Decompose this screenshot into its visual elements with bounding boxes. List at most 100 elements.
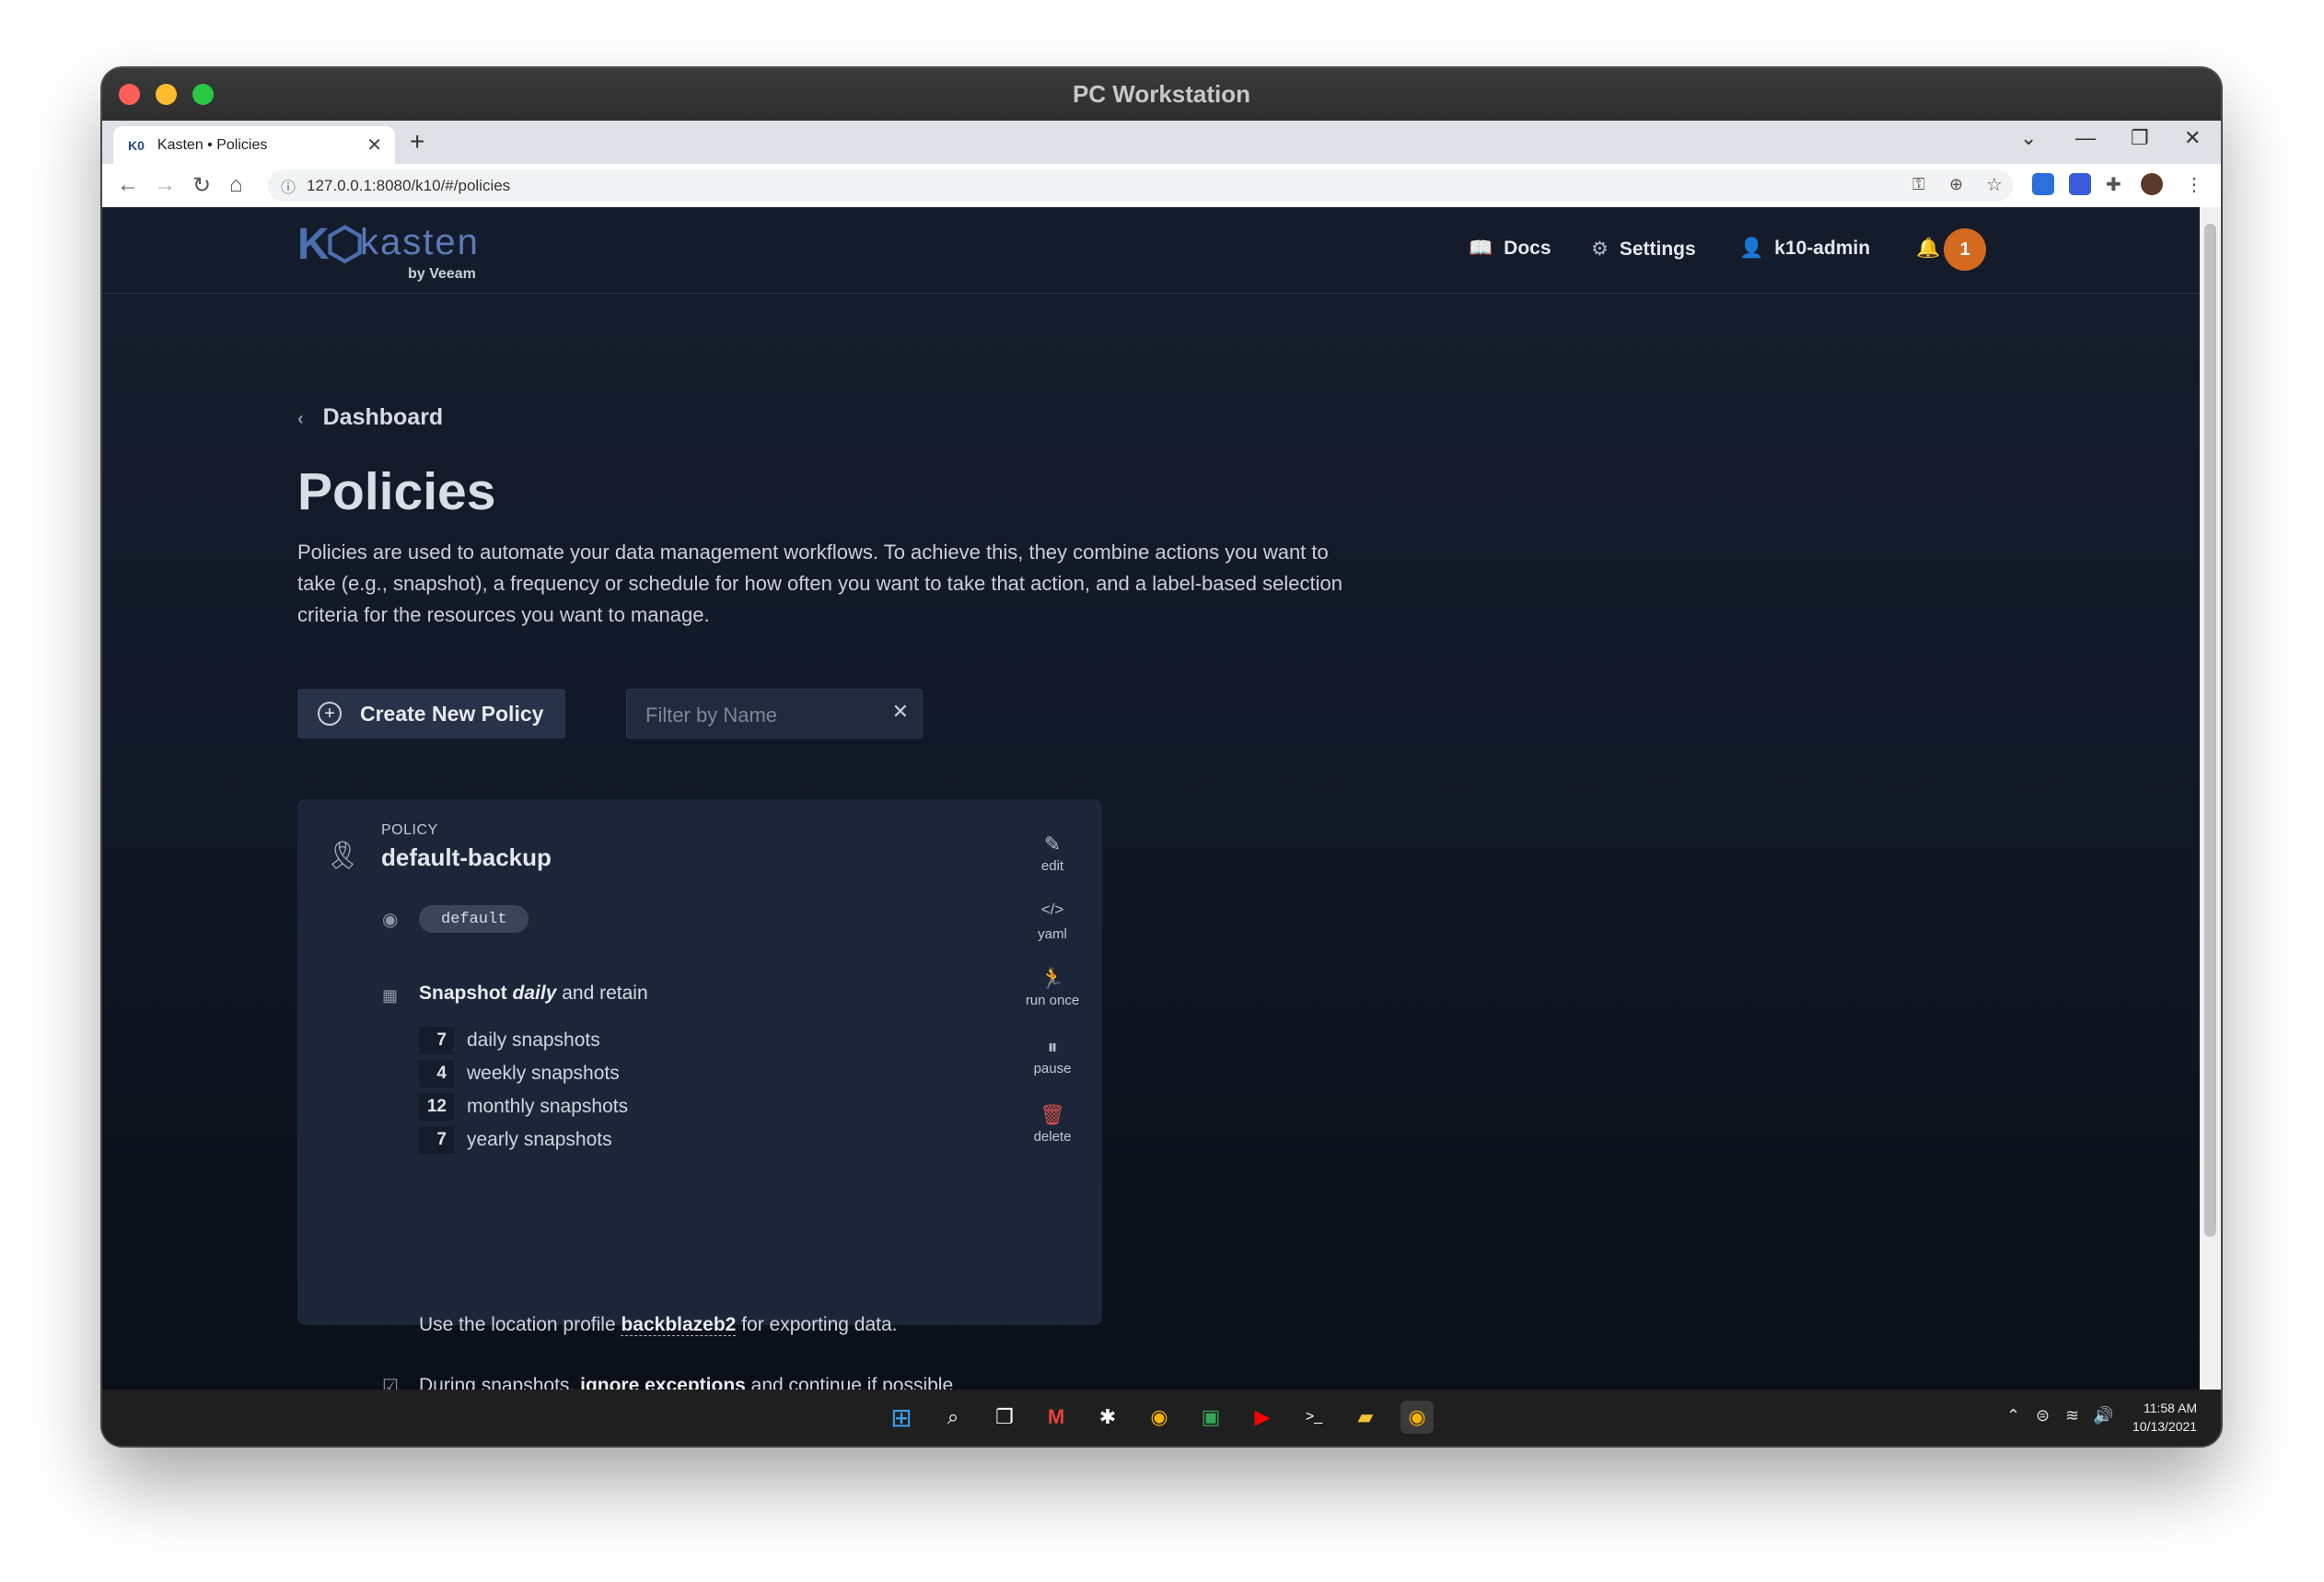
tab-search-icon[interactable]: ⌄: [2020, 126, 2037, 150]
close-tab-icon[interactable]: ✕: [366, 134, 382, 157]
tab-title: Kasten • Policies: [157, 136, 268, 153]
checkbox-icon: ☑: [382, 1377, 399, 1390]
settings-link[interactable]: ⚙ Settings: [1591, 238, 1696, 261]
minimize-icon[interactable]: —: [2075, 126, 2096, 150]
chrome-icon[interactable]: ◉: [1143, 1401, 1176, 1434]
pause-icon: ⏸: [1047, 1035, 1058, 1058]
search-icon[interactable]: ⌕: [936, 1401, 970, 1434]
menu-kebab-icon[interactable]: ⋮: [2185, 173, 2203, 196]
zoom-icon[interactable]: ⊕: [1949, 175, 1963, 194]
site-info-icon[interactable]: ⓘ: [281, 175, 296, 197]
during-prefix: During snapshots,: [419, 1375, 575, 1390]
back-arrow-icon[interactable]: ←: [117, 172, 139, 198]
list-item: 12 monthly snapshots: [419, 1090, 628, 1123]
tray-chevron-icon[interactable]: ⌃: [2006, 1406, 2020, 1425]
windows-taskbar: ⊞ ⌕ ❐ M ✱ ◉ ▣ ▶ >_ ▰ ◉ ⌃ ⊜ ≋ 🔊 11:58 AM …: [102, 1390, 2221, 1446]
clear-filter-icon[interactable]: ✕: [892, 700, 909, 724]
gear-icon: ⚙: [1591, 238, 1609, 260]
slack-icon[interactable]: ✱: [1091, 1401, 1124, 1434]
retention-label: daily snapshots: [467, 1029, 600, 1051]
page-content: K⬡ kasten by Veeam 📖 Docs ⚙ Settings 👤 k…: [102, 207, 2200, 1390]
close-icon[interactable]: ✕: [2184, 126, 2201, 150]
restore-icon[interactable]: ❐: [2131, 126, 2149, 150]
profile-avatar[interactable]: [2141, 173, 2163, 195]
extension-icon[interactable]: [2032, 173, 2054, 195]
scrollbar-thumb[interactable]: [2204, 224, 2216, 1237]
bookmark-star-icon[interactable]: ☆: [1986, 173, 2003, 196]
forward-arrow-icon[interactable]: →: [154, 172, 176, 198]
extension-icon[interactable]: [2069, 173, 2091, 195]
address-bar[interactable]: ⓘ 127.0.0.1:8080/k10/#/policies: [268, 169, 2013, 202]
breadcrumb[interactable]: ‹ Dashboard: [297, 404, 443, 431]
user-label: k10-admin: [1774, 238, 1871, 259]
during-suffix: and continue if possible: [750, 1375, 954, 1390]
retention-label: monthly snapshots: [467, 1096, 629, 1117]
yaml-button[interactable]: </> yaml: [1020, 901, 1085, 942]
page-title: Policies: [297, 462, 496, 521]
code-icon: </>: [1040, 901, 1064, 918]
book-icon: 📖: [1469, 238, 1493, 259]
during-bold: ignore exceptions: [580, 1375, 746, 1390]
list-item: 7 daily snapshots: [419, 1024, 628, 1057]
location-profile-link[interactable]: backblazeb2: [621, 1314, 737, 1336]
volume-icon[interactable]: 🔊: [2093, 1406, 2113, 1425]
target-icon: ◉: [382, 910, 399, 930]
edit-button[interactable]: ✎ edit: [1020, 832, 1085, 874]
running-person-icon: 🏃: [1040, 967, 1065, 990]
extensions-puzzle-icon[interactable]: ✚: [2106, 173, 2121, 196]
policy-kicker: POLICY: [381, 822, 438, 838]
plus-circle-icon: +: [318, 702, 342, 726]
user-menu[interactable]: 👤 k10-admin: [1739, 238, 1870, 260]
retention-list: 7 daily snapshots 4 weekly snapshots 12 …: [419, 1024, 628, 1157]
logo-subtext: by Veeam: [408, 266, 476, 282]
system-clock[interactable]: 11:58 AM 10/13/2021: [2132, 1399, 2197, 1436]
notification-badge[interactable]: 1: [1944, 228, 1986, 271]
kasten-favicon-icon: K0: [128, 137, 145, 153]
browser-window: PC Workstation K0 Kasten • Policies ✕ + …: [102, 68, 2221, 1446]
gmail-icon[interactable]: M: [1040, 1401, 1073, 1434]
home-icon[interactable]: ⌂: [229, 172, 243, 198]
filter-by-name-input[interactable]: [644, 701, 877, 730]
create-policy-button[interactable]: + Create New Policy: [297, 689, 565, 739]
namespace-pill: default: [419, 905, 529, 933]
pause-label: pause: [1033, 1061, 1072, 1076]
run-once-label: run once: [1025, 993, 1080, 1008]
browser-toolbar: ← → ↻ ⌂ ⓘ 127.0.0.1:8080/k10/#/policies …: [102, 164, 2221, 208]
meet-icon[interactable]: ▣: [1194, 1401, 1227, 1434]
kasten-logo[interactable]: K⬡ kasten by Veeam: [297, 218, 478, 282]
delete-label: delete: [1033, 1129, 1072, 1145]
file-explorer-icon[interactable]: ▰: [1349, 1401, 1382, 1434]
browser-tab[interactable]: K0 Kasten • Policies ✕: [113, 126, 395, 164]
snapshot-prefix: Snapshot: [419, 983, 507, 1004]
minimize-window-button[interactable]: [156, 84, 177, 105]
edit-label: edit: [1040, 858, 1064, 874]
edit-icon: ✎: [1043, 832, 1062, 855]
terminal-icon[interactable]: >_: [1297, 1401, 1330, 1434]
windows-start-icon[interactable]: ⊞: [885, 1401, 918, 1434]
task-view-icon[interactable]: ❐: [988, 1401, 1021, 1434]
zoom-window-button[interactable]: [192, 84, 214, 105]
chrome-active-icon[interactable]: ◉: [1400, 1401, 1434, 1434]
delete-button[interactable]: 🗑 delete: [1020, 1103, 1085, 1145]
docs-link[interactable]: 📖 Docs: [1469, 238, 1551, 260]
reload-icon[interactable]: ↻: [192, 172, 211, 199]
wifi-icon[interactable]: ≋: [2065, 1406, 2079, 1425]
retention-count: 7: [419, 1027, 454, 1054]
policy-name: default-backup: [381, 843, 552, 871]
page-scrollbar[interactable]: [2200, 207, 2221, 1390]
retention-label: yearly snapshots: [467, 1129, 612, 1150]
network-icon[interactable]: ⊜: [2036, 1406, 2050, 1425]
youtube-icon[interactable]: ▶: [1246, 1401, 1279, 1434]
key-icon[interactable]: ⚿: [1912, 175, 1925, 194]
new-tab-button[interactable]: +: [410, 127, 424, 157]
bell-icon: 🔔: [1916, 238, 1941, 259]
location-prefix: Use the location profile: [419, 1314, 616, 1335]
pause-button[interactable]: ⏸ pause: [1020, 1035, 1085, 1076]
snapshot-frequency-value: daily: [512, 983, 557, 1004]
logo-text: kasten: [360, 222, 480, 262]
location-suffix: for exporting data.: [741, 1314, 898, 1335]
list-item: 4 weekly snapshots: [419, 1057, 628, 1090]
close-window-button[interactable]: [119, 84, 140, 105]
run-once-button[interactable]: 🏃 run once: [1020, 967, 1085, 1008]
settings-label: Settings: [1619, 238, 1696, 260]
